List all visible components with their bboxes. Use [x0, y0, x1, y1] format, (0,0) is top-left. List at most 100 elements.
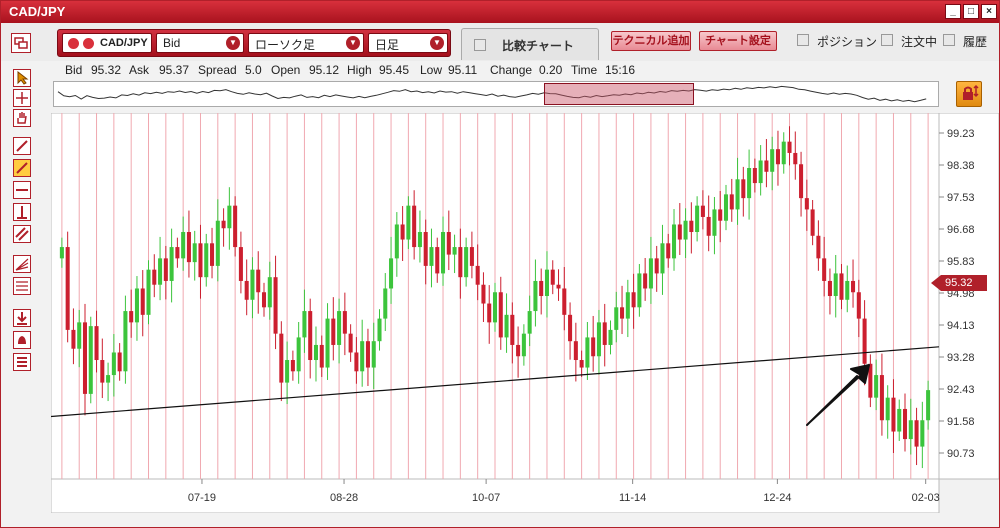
position-toggle[interactable]: ポジション	[797, 33, 877, 49]
y-tick-label: 99.23	[947, 128, 975, 140]
position-label: ポジション	[817, 35, 878, 49]
history-label: 履歴	[963, 35, 988, 49]
candle-body	[290, 360, 295, 372]
candle-body	[741, 179, 746, 199]
candle-body	[446, 232, 451, 255]
candle-body	[539, 280, 544, 297]
pointer-tool-icon[interactable]	[13, 69, 31, 87]
fibonacci-fan-tool-icon[interactable]	[13, 255, 31, 273]
vertical-line-tool-icon[interactable]	[13, 203, 31, 221]
navigator-range-handle[interactable]	[544, 83, 694, 105]
compare-chart-tab[interactable]: 比較チャート	[461, 28, 599, 60]
candle-body	[579, 360, 584, 368]
candle-body	[134, 288, 139, 323]
candle-body	[775, 149, 780, 165]
candle-body	[175, 247, 180, 259]
candle-body	[204, 243, 209, 278]
candle-body	[417, 232, 422, 248]
chart-type-select[interactable]: ローソク足 ▼	[248, 33, 364, 53]
candle-body	[377, 318, 382, 342]
fibonacci-retracement-tool-icon[interactable]	[13, 277, 31, 295]
candle-body	[862, 318, 867, 364]
candle-body	[510, 314, 515, 345]
candle-body	[169, 247, 174, 281]
candle-body	[504, 314, 509, 338]
candle-body	[712, 209, 717, 236]
candle-body	[596, 322, 601, 357]
list-icon[interactable]	[13, 353, 31, 371]
currency-pair-label: CAD/JPY	[100, 37, 148, 49]
symbol-selector-group: CAD/JPY Bid ▼ ローソク足 ▼ 日足 ▼	[57, 29, 451, 57]
candle-body	[602, 322, 607, 345]
candle-body	[839, 273, 844, 300]
candle-body	[71, 329, 76, 349]
candle-body	[908, 420, 913, 440]
candle-body	[273, 277, 278, 334]
line-segment-tool-icon[interactable]	[13, 137, 31, 155]
candle-body	[354, 352, 359, 372]
candle-body	[845, 280, 850, 300]
candle-body	[435, 247, 440, 274]
candle-body	[389, 258, 394, 289]
candle-body	[192, 243, 197, 263]
close-button[interactable]: ×	[981, 4, 997, 19]
alert-bell-icon[interactable]	[13, 331, 31, 349]
compare-checkbox[interactable]	[474, 39, 486, 51]
trendline-tool-icon[interactable]	[13, 159, 31, 177]
candle-body	[244, 280, 249, 300]
price-type-value: Bid	[163, 36, 181, 50]
candle-body	[117, 352, 122, 372]
candle-body	[816, 235, 821, 259]
chart-area[interactable]: 99.23 98.38 97.53 96.68 95.83 94.98 94.13 93.28…	[51, 113, 999, 513]
candle-body	[481, 284, 486, 304]
time-label: Time	[571, 63, 598, 77]
period-value: 日足	[375, 38, 400, 52]
chart-settings-button[interactable]: チャート設定	[699, 31, 777, 51]
currency-pair-selector[interactable]: CAD/JPY	[62, 33, 152, 53]
candle-body	[637, 273, 642, 308]
candle-body	[94, 326, 99, 361]
candle-body	[111, 352, 116, 376]
candle-body	[770, 149, 775, 172]
candle-body	[856, 292, 861, 319]
candle-body	[129, 311, 134, 323]
price-type-select[interactable]: Bid ▼	[156, 33, 244, 53]
chart-navigator[interactable]	[53, 81, 939, 107]
y-tick-label: 90.73	[947, 448, 975, 460]
orders-toggle[interactable]: 注文中	[881, 33, 941, 49]
minimize-button[interactable]: _	[945, 4, 961, 19]
high-value: 95.45	[379, 63, 410, 77]
candlestick-chart[interactable]: 99.2398.3897.5396.6895.8394.9894.1393.28…	[51, 113, 999, 513]
layout-icon[interactable]	[11, 33, 31, 53]
horizontal-line-tool-icon[interactable]	[13, 181, 31, 199]
crosshair-tool-icon[interactable]	[13, 89, 31, 107]
candle-body	[498, 292, 503, 338]
orders-checkbox[interactable]	[881, 34, 893, 46]
position-checkbox[interactable]	[797, 34, 809, 46]
candle-body	[631, 292, 636, 308]
candle-body	[625, 292, 630, 319]
candle-body	[487, 303, 492, 323]
maximize-button[interactable]: □	[963, 4, 979, 19]
change-value: 0.20	[539, 63, 563, 77]
candle-body	[163, 258, 168, 281]
download-icon[interactable]	[13, 309, 31, 327]
scale-lock-icon[interactable]	[956, 81, 982, 107]
candle-body	[215, 220, 220, 266]
candle-body	[568, 314, 573, 342]
candle-body	[527, 311, 532, 334]
channel-tool-icon[interactable]	[13, 225, 31, 243]
candle-body	[544, 269, 549, 297]
candle-body	[250, 269, 255, 300]
history-toggle[interactable]: 履歴	[943, 33, 993, 49]
candle-body	[920, 420, 925, 447]
add-technical-button[interactable]: テクニカル追加	[611, 31, 691, 51]
history-checkbox[interactable]	[943, 34, 955, 46]
candle-body	[406, 205, 411, 240]
candle-body	[683, 220, 688, 240]
candle-body	[458, 247, 463, 278]
candle-body	[238, 247, 243, 281]
candle-body	[810, 209, 815, 236]
hand-tool-icon[interactable]	[13, 109, 31, 127]
period-select[interactable]: 日足 ▼	[368, 33, 448, 53]
